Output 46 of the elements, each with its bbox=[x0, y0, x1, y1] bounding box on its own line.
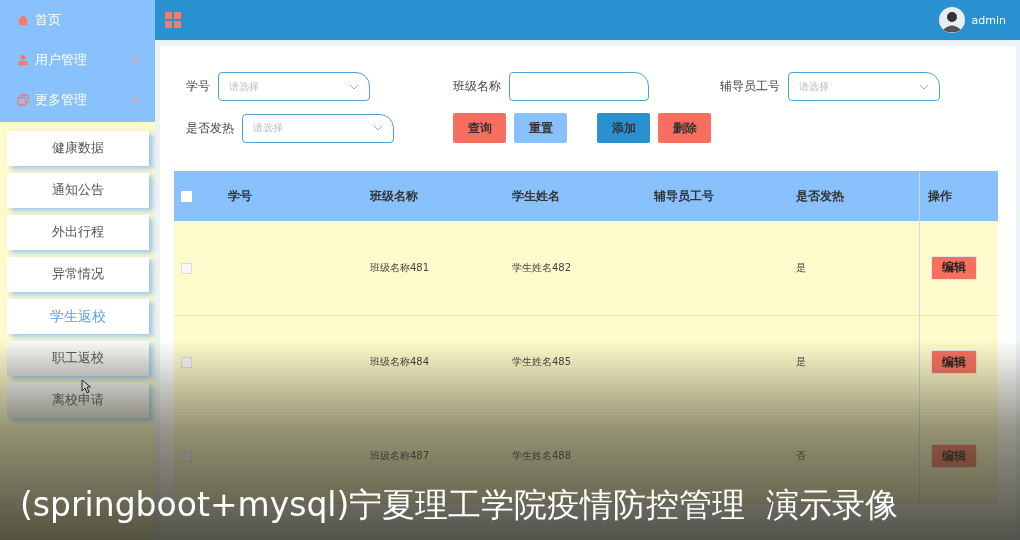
submenu-item[interactable]: 职工返校 bbox=[7, 341, 149, 376]
copy-icon bbox=[17, 94, 29, 106]
table-cell: 班级名称487 bbox=[370, 450, 430, 461]
user-icon bbox=[17, 54, 29, 66]
video-caption: (springboot+mysql)宁夏理工学院疫情防控管理 演示录像 bbox=[20, 485, 899, 525]
field-label: 辅导员工号 bbox=[720, 79, 780, 94]
submenu-item[interactable]: 外出行程 bbox=[7, 215, 149, 250]
table-cell: 班级名称484 bbox=[370, 356, 430, 367]
avatar-icon[interactable] bbox=[938, 7, 965, 33]
edit-button[interactable]: 编辑 bbox=[931, 255, 977, 280]
chevron-icon bbox=[373, 125, 383, 131]
column-header: 辅导员工号 bbox=[654, 171, 796, 221]
submenu-item[interactable]: 异常情况 bbox=[7, 257, 149, 292]
search-button[interactable]: 查询 bbox=[453, 113, 506, 143]
submenu-item[interactable]: 通知公告 bbox=[7, 173, 149, 208]
table-cell: 学生姓名482 bbox=[512, 261, 572, 273]
home-icon bbox=[17, 14, 29, 26]
column-header: 学生姓名 bbox=[512, 171, 654, 221]
column-header: 是否发热 bbox=[796, 171, 920, 221]
table-cell: 否 bbox=[796, 450, 806, 461]
chevron-icon bbox=[919, 83, 929, 90]
table-cell: 是 bbox=[796, 261, 806, 273]
add-button[interactable]: 添加 bbox=[597, 113, 650, 143]
delete-button[interactable]: 删除 bbox=[658, 113, 711, 143]
checkbox[interactable] bbox=[181, 450, 192, 462]
field-label: 班级名称 bbox=[453, 79, 501, 94]
reset-button[interactable]: 重置 bbox=[514, 113, 567, 143]
table-cell: 是 bbox=[796, 356, 806, 367]
checkbox[interactable] bbox=[181, 262, 192, 274]
edit-button[interactable]: 编辑 bbox=[931, 350, 977, 374]
submenu-item[interactable]: 学生返校 bbox=[7, 299, 149, 334]
table-cell: 班级名称481 bbox=[370, 261, 430, 273]
chevron-icon bbox=[349, 83, 359, 90]
table-cell: 学生姓名488 bbox=[512, 450, 572, 461]
submenu-item[interactable]: 健康数据 bbox=[7, 131, 149, 166]
submenu-item[interactable]: 离校申请 bbox=[7, 383, 149, 418]
checkbox[interactable] bbox=[181, 356, 192, 368]
grid-icon[interactable] bbox=[165, 12, 181, 28]
input-field[interactable] bbox=[509, 72, 649, 101]
column-header: 学号 bbox=[212, 171, 370, 221]
field-label: 学号 bbox=[186, 79, 210, 94]
user-name[interactable]: admin bbox=[971, 13, 1006, 27]
cursor-icon bbox=[81, 379, 91, 394]
column-header: 班级名称 bbox=[370, 171, 512, 221]
table-cell: 学生姓名485 bbox=[512, 356, 572, 367]
field-label: 是否发热 bbox=[186, 120, 234, 136]
